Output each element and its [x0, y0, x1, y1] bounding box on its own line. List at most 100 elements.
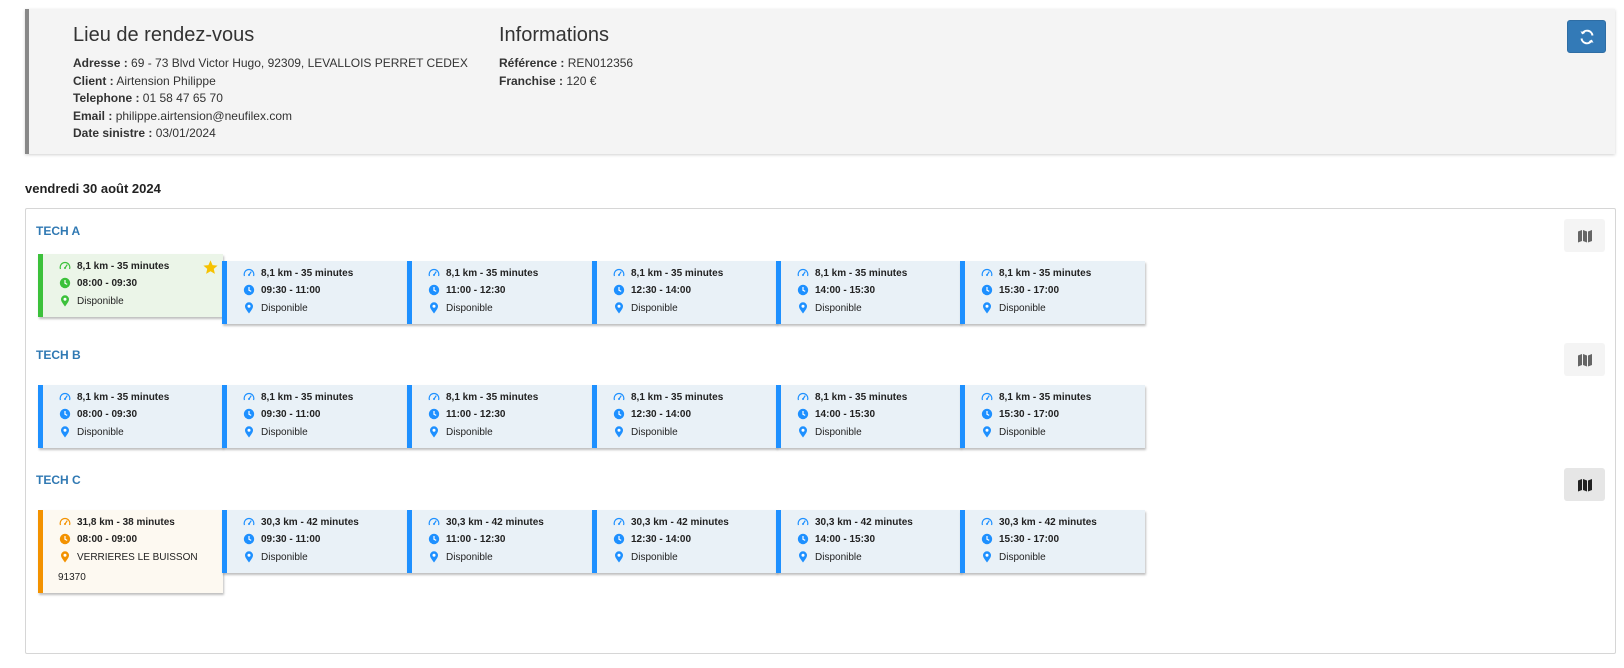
slot-time-line: 14:00 - 15:30	[797, 533, 875, 545]
location-pin-icon	[59, 551, 71, 563]
slot-time-line: 14:00 - 15:30	[797, 408, 875, 420]
time-slot-card[interactable]: 30,3 km - 42 minutes 11:00 - 12:30 Disponi…	[407, 510, 592, 573]
clock-icon	[428, 284, 440, 296]
reference-value: REN012356	[567, 56, 634, 70]
clock-icon	[59, 408, 71, 420]
slot-time: 12:30 - 14:00	[631, 408, 692, 420]
slot-time: 14:00 - 15:30	[815, 284, 876, 296]
map-button[interactable]	[1564, 343, 1605, 376]
location-pin-icon	[797, 551, 809, 563]
slot-distance-line: 8,1 km - 35 minutes	[981, 267, 1091, 279]
slot-time: 12:30 - 14:00	[631, 284, 692, 296]
slot-status: Disponible	[446, 551, 493, 563]
slot-status: Disponible	[631, 426, 678, 438]
time-slot-card[interactable]: 8,1 km - 35 minutes 12:30 - 14:00 Disponib…	[592, 261, 777, 324]
location-pin-icon	[981, 426, 993, 438]
slot-distance-line: 8,1 km - 35 minutes	[243, 267, 353, 279]
slot-status-line: Disponible	[243, 551, 308, 563]
slot-distance-line: 31,8 km - 38 minutes	[59, 516, 175, 528]
slot-status: Disponible	[815, 302, 862, 314]
clock-icon	[59, 533, 71, 545]
time-slot-card[interactable]: 8,1 km - 35 minutes 09:30 - 11:00 Disponib…	[222, 385, 407, 448]
slot-time-line: 08:00 - 09:30	[59, 277, 137, 289]
time-slot-card[interactable]: 31,8 km - 38 minutes 08:00 - 09:00 VERRIER…	[38, 510, 223, 593]
clock-icon	[243, 408, 255, 420]
client-value: Airtension Philippe	[116, 73, 216, 88]
speedometer-icon	[797, 516, 809, 528]
location-pin-icon	[428, 302, 440, 314]
address-label: Adresse :	[73, 56, 128, 70]
map-button[interactable]	[1564, 468, 1605, 501]
slot-time-line: 11:00 - 12:30	[428, 408, 506, 420]
email-label: Email :	[73, 108, 113, 123]
time-slot-card[interactable]: 30,3 km - 42 minutes 15:30 - 17:00 Disponi…	[960, 510, 1145, 573]
location-pin-icon	[59, 426, 71, 438]
time-slot-card[interactable]: 8,1 km - 35 minutes 12:30 - 14:00 Disponib…	[592, 385, 777, 448]
telephone-value: 01 58 47 65 70	[142, 91, 223, 105]
slot-distance-line: 8,1 km - 35 minutes	[981, 391, 1091, 403]
slot-time-line: 11:00 - 12:30	[428, 533, 506, 545]
slot-distance: 8,1 km - 35 minutes	[446, 391, 539, 403]
slot-status: Disponible	[446, 426, 493, 438]
clock-icon	[797, 408, 809, 420]
slot-time-line: 11:00 - 12:30	[428, 284, 506, 296]
slot-distance-line: 30,3 km - 42 minutes	[981, 516, 1097, 528]
tech-name: TECH B	[36, 348, 81, 362]
time-slot-card[interactable]: 8,1 km - 35 minutes 11:00 - 12:30 Disponib…	[407, 385, 592, 448]
speedometer-icon	[981, 391, 993, 403]
slot-distance-line: 8,1 km - 35 minutes	[428, 391, 538, 403]
slot-status-line: Disponible	[613, 551, 678, 563]
slot-status: Disponible	[815, 551, 862, 563]
slot-distance: 8,1 km - 35 minutes	[77, 260, 170, 272]
speedometer-icon	[243, 267, 255, 279]
clock-icon	[243, 533, 255, 545]
claim-date-line: Date sinistre : 03/01/2024	[73, 125, 468, 143]
slot-distance: 8,1 km - 35 minutes	[77, 391, 170, 403]
slot-time: 11:00 - 12:30	[446, 284, 506, 296]
time-slot-card[interactable]: 30,3 km - 42 minutes 12:30 - 14:00 Disponi…	[592, 510, 777, 573]
time-slot-card[interactable]: 30,3 km - 42 minutes 09:30 - 11:00 Disponi…	[222, 510, 407, 573]
speedometer-icon	[981, 267, 993, 279]
slot-time: 14:00 - 15:30	[815, 533, 876, 545]
slot-time: 09:30 - 11:00	[261, 284, 321, 296]
slot-distance-line: 8,1 km - 35 minutes	[59, 391, 169, 403]
time-slot-card[interactable]: 8,1 km - 35 minutes 08:00 - 09:30 Disponib…	[38, 254, 223, 317]
time-slot-card[interactable]: 8,1 km - 35 minutes 11:00 - 12:30 Disponib…	[407, 261, 592, 324]
slot-distance-line: 8,1 km - 35 minutes	[797, 267, 907, 279]
time-slot-card[interactable]: 8,1 km - 35 minutes 14:00 - 15:30 Disponib…	[776, 385, 961, 448]
refresh-button[interactable]	[1567, 20, 1606, 53]
speedometer-icon	[243, 516, 255, 528]
slot-distance: 30,3 km - 42 minutes	[261, 516, 359, 528]
clock-icon	[981, 533, 993, 545]
slot-time: 12:30 - 14:00	[631, 533, 692, 545]
slot-status-line: Disponible	[797, 302, 862, 314]
clock-icon	[59, 277, 71, 289]
slot-time-line: 09:30 - 11:00	[243, 284, 321, 296]
slot-distance-line: 30,3 km - 42 minutes	[243, 516, 359, 528]
speedometer-icon	[243, 391, 255, 403]
slot-distance: 8,1 km - 35 minutes	[631, 391, 724, 403]
location-pin-icon	[613, 302, 625, 314]
time-slot-card[interactable]: 8,1 km - 35 minutes 14:00 - 15:30 Disponib…	[776, 261, 961, 324]
slot-distance-line: 30,3 km - 42 minutes	[613, 516, 729, 528]
slot-distance-line: 8,1 km - 35 minutes	[797, 391, 907, 403]
time-slot-card[interactable]: 8,1 km - 35 minutes 09:30 - 11:00 Disponib…	[222, 261, 407, 324]
slot-status: Disponible	[999, 302, 1046, 314]
slot-time-line: 15:30 - 17:00	[981, 284, 1059, 296]
time-slot-card[interactable]: 8,1 km - 35 minutes 15:30 - 17:00 Disponib…	[960, 385, 1145, 448]
speedometer-icon	[797, 267, 809, 279]
slot-distance: 8,1 km - 35 minutes	[261, 391, 354, 403]
slot-status: Disponible	[261, 551, 308, 563]
slot-time: 15:30 - 17:00	[999, 284, 1060, 296]
time-slot-card[interactable]: 8,1 km - 35 minutes 15:30 - 17:00 Disponib…	[960, 261, 1145, 324]
slot-status-line: Disponible	[613, 302, 678, 314]
speedometer-icon	[59, 260, 71, 272]
time-slot-card[interactable]: 30,3 km - 42 minutes 14:00 - 15:30 Disponi…	[776, 510, 961, 573]
slot-status-line: Disponible	[981, 302, 1046, 314]
map-button[interactable]	[1564, 219, 1605, 252]
slot-time-line: 15:30 - 17:00	[981, 408, 1059, 420]
clock-icon	[797, 533, 809, 545]
time-slot-card[interactable]: 8,1 km - 35 minutes 08:00 - 09:30 Disponib…	[38, 385, 223, 448]
claim-date-label: Date sinistre :	[73, 126, 153, 140]
client-label: Client :	[73, 73, 114, 88]
